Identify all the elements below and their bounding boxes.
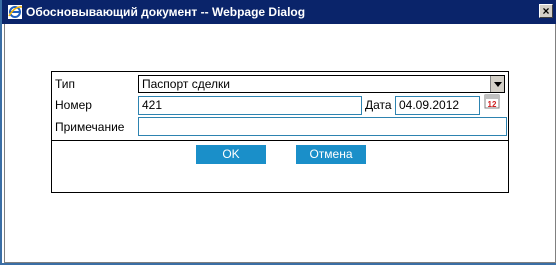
close-button[interactable]: × [539,4,553,18]
type-label: Тип [55,77,76,91]
number-label: Номер [55,98,92,112]
date-field[interactable]: 04.09.2012 [395,96,480,115]
cancel-button[interactable]: Отмена [296,145,366,164]
note-field[interactable] [138,117,507,136]
close-icon: × [542,4,550,18]
calendar-icon[interactable]: 12 [484,93,500,109]
date-label: Дата [365,98,392,112]
ok-button[interactable]: OK [196,145,266,164]
title-bar[interactable]: Обосновывающий документ -- Webpage Dialo… [2,0,556,24]
type-select[interactable]: Паспорт сделки [138,75,505,93]
dialog-body: Тип Паспорт сделки Номер 421 Дата 04.09.… [4,24,556,263]
chevron-down-icon[interactable] [490,76,504,92]
type-select-value: Паспорт сделки [142,77,230,91]
document-form: Тип Паспорт сделки Номер 421 Дата 04.09.… [51,71,509,193]
calendar-badge: 12 [488,100,497,109]
internet-explorer-icon [8,5,23,19]
note-label: Примечание [55,120,125,134]
form-divider [52,140,508,141]
number-field[interactable]: 421 [138,96,362,115]
dialog-window: Обосновывающий документ -- Webpage Dialo… [0,0,556,265]
window-title: Обосновывающий документ -- Webpage Dialo… [26,5,306,19]
